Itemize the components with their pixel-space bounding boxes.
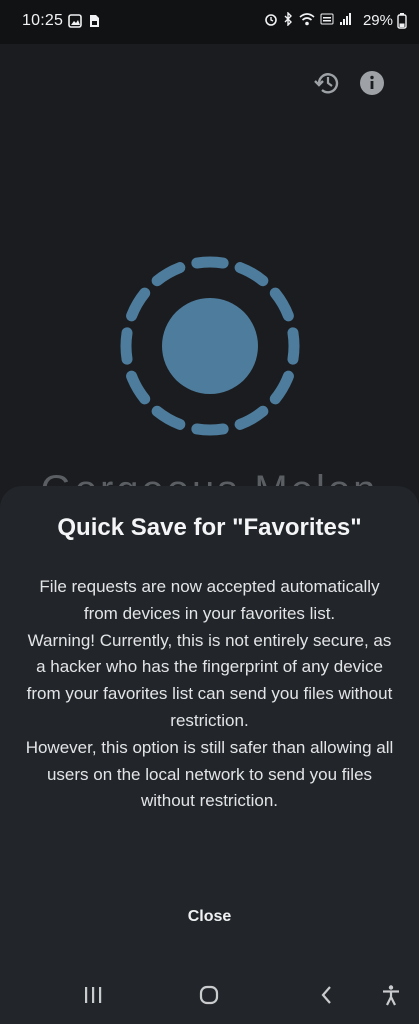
battery-indicator: 29%	[363, 12, 407, 29]
dialog-title: Quick Save for "Favorites"	[57, 514, 362, 541]
recent-apps-icon	[85, 987, 102, 1003]
logo-dash-segment	[269, 287, 294, 322]
status-left-icons	[68, 14, 101, 28]
sim-card-icon	[90, 15, 99, 27]
gallery-icon	[68, 14, 82, 28]
alarm-icon	[265, 14, 277, 26]
recent-apps-button[interactable]	[78, 980, 108, 1010]
dialog-paragraph: Warning! Currently, this is not entirely…	[26, 630, 393, 730]
logo-dash-segment	[287, 327, 300, 365]
battery-percent: 29%	[362, 12, 393, 29]
status-time: 10:25	[22, 12, 64, 29]
dialog-paragraph: However, this option is still safer than…	[25, 737, 394, 811]
info-icon[interactable]	[357, 68, 387, 98]
logo-dash-segment	[234, 262, 269, 287]
signal-icon	[340, 13, 351, 25]
volte-icon	[320, 13, 334, 25]
back-icon	[321, 986, 331, 1004]
logo-dash-segment	[191, 423, 229, 436]
home-button[interactable]	[194, 980, 224, 1010]
accessibility-icon	[383, 985, 399, 1006]
status-bar: 10:25 29%	[0, 0, 419, 44]
close-button[interactable]: Close	[159, 902, 260, 932]
logo-dash-segment	[126, 370, 151, 405]
app-logo	[120, 256, 300, 436]
system-nav-bar	[0, 966, 419, 1024]
logo-dash-segment	[191, 256, 229, 269]
dialog-message: File requests are now accepted automatic…	[24, 574, 395, 815]
logo-dash-segment	[151, 405, 186, 430]
logo-dash-segment	[151, 262, 186, 287]
bottom-sheet-dialog: Quick Save for "Favorites" File requests…	[0, 486, 419, 1024]
dialog-paragraph: File requests are now accepted automatic…	[39, 577, 380, 623]
battery-icon	[397, 12, 407, 29]
logo-dash-segment	[126, 287, 151, 322]
screen: 10:25 29% Quick Save for "Favorites" Fil…	[0, 0, 419, 1024]
logo-dash-segment	[269, 370, 294, 405]
bluetooth-icon	[284, 12, 292, 26]
history-icon[interactable]	[312, 68, 342, 98]
status-right-icons	[264, 12, 351, 26]
logo-center-circle	[162, 298, 258, 394]
logo-dash-segment	[234, 405, 269, 430]
wifi-icon	[299, 13, 315, 26]
accessibility-button[interactable]	[376, 980, 406, 1010]
home-icon	[199, 985, 219, 1005]
back-button[interactable]	[312, 980, 342, 1010]
logo-dash-segment	[120, 327, 133, 365]
